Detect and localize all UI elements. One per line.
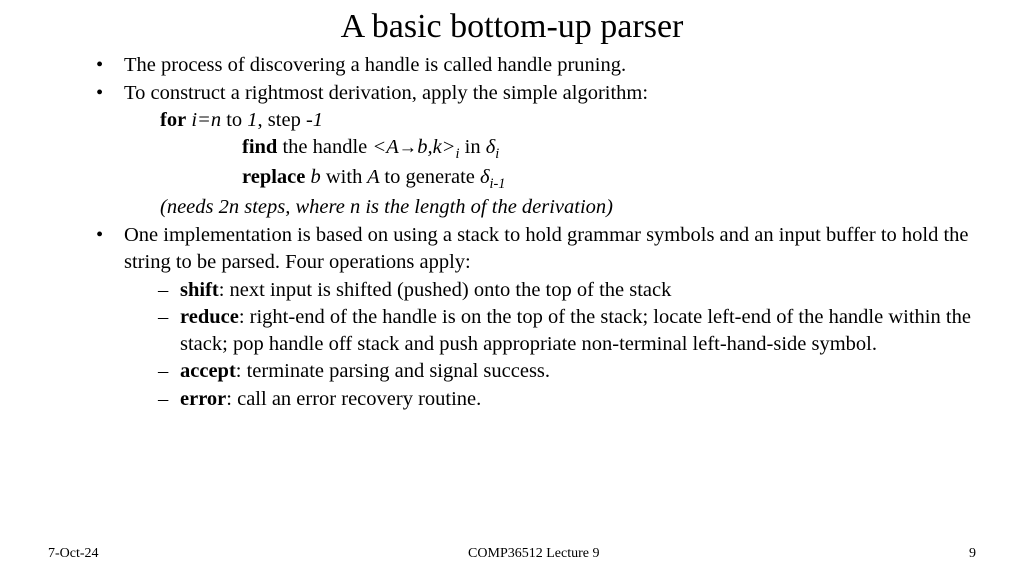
- kw-for: for: [160, 109, 186, 131]
- algo-line-replace: replace b with A to generate δi-1: [124, 164, 976, 194]
- op-shift-label: shift: [180, 279, 219, 301]
- footer-course: COMP36512 Lecture 9: [468, 546, 599, 562]
- op-accept-desc: : terminate parsing and signal success.: [236, 360, 550, 382]
- sym-b: b: [305, 166, 326, 188]
- handle-close: b,k>: [417, 136, 455, 158]
- sub-i-2: i: [495, 146, 499, 162]
- txt-togen: to generate: [384, 166, 480, 188]
- footer-date: 7-Oct-24: [48, 546, 99, 562]
- op-shift: shift: next input is shifted (pushed) on…: [158, 277, 976, 304]
- kw-to: to: [226, 109, 242, 131]
- kw-find: find: [242, 136, 277, 158]
- kw-with: with: [326, 166, 362, 188]
- slide-footer: 7-Oct-24 COMP36512 Lecture 9 9: [0, 546, 1024, 562]
- bullet-2: To construct a rightmost derivation, app…: [104, 80, 976, 221]
- op-reduce-desc: : right-end of the handle is on the top …: [180, 306, 971, 355]
- expr-ieqn: i=n: [186, 109, 226, 131]
- handle-open: <A: [372, 136, 398, 158]
- bullet-1: The process of discovering a handle is c…: [104, 52, 976, 79]
- op-error-desc: : call an error recovery routine.: [226, 388, 481, 410]
- txt-in: in: [460, 136, 486, 158]
- op-accept-label: accept: [180, 360, 236, 382]
- slide-body: The process of discovering a handle is c…: [48, 52, 976, 413]
- footer-page: 9: [969, 546, 976, 562]
- algo-line-for: for i=n to 1, step -1: [124, 107, 976, 134]
- lit-1: 1: [242, 109, 257, 131]
- slide-title: A basic bottom-up parser: [48, 8, 976, 46]
- op-reduce-label: reduce: [180, 306, 239, 328]
- txt-thehandle: the handle: [277, 136, 372, 158]
- bullet-3: One implementation is based on using a s…: [104, 222, 976, 412]
- op-accept: accept: terminate parsing and signal suc…: [158, 358, 976, 385]
- op-reduce: reduce: right-end of the handle is on th…: [158, 304, 976, 358]
- delta-2: δ: [480, 166, 490, 188]
- kw-replace: replace: [242, 166, 305, 188]
- delta-1: δ: [486, 136, 496, 158]
- op-error-label: error: [180, 388, 226, 410]
- bullet-2-text: To construct a rightmost derivation, app…: [124, 82, 648, 104]
- lit-neg1: -1: [306, 109, 323, 131]
- sub-im1: i-1: [490, 176, 506, 192]
- kw-step: , step: [258, 109, 306, 131]
- bullet-3-text: One implementation is based on using a s…: [124, 224, 969, 273]
- op-error: error: call an error recovery routine.: [158, 386, 976, 413]
- arrow-icon: →: [399, 136, 417, 157]
- op-shift-desc: : next input is shifted (pushed) onto th…: [219, 279, 672, 301]
- algo-note: (needs 2n steps, where n is the length o…: [124, 194, 976, 221]
- sym-A: A: [362, 166, 384, 188]
- algo-line-find: find the handle <A→b,k>i in δi: [124, 134, 976, 164]
